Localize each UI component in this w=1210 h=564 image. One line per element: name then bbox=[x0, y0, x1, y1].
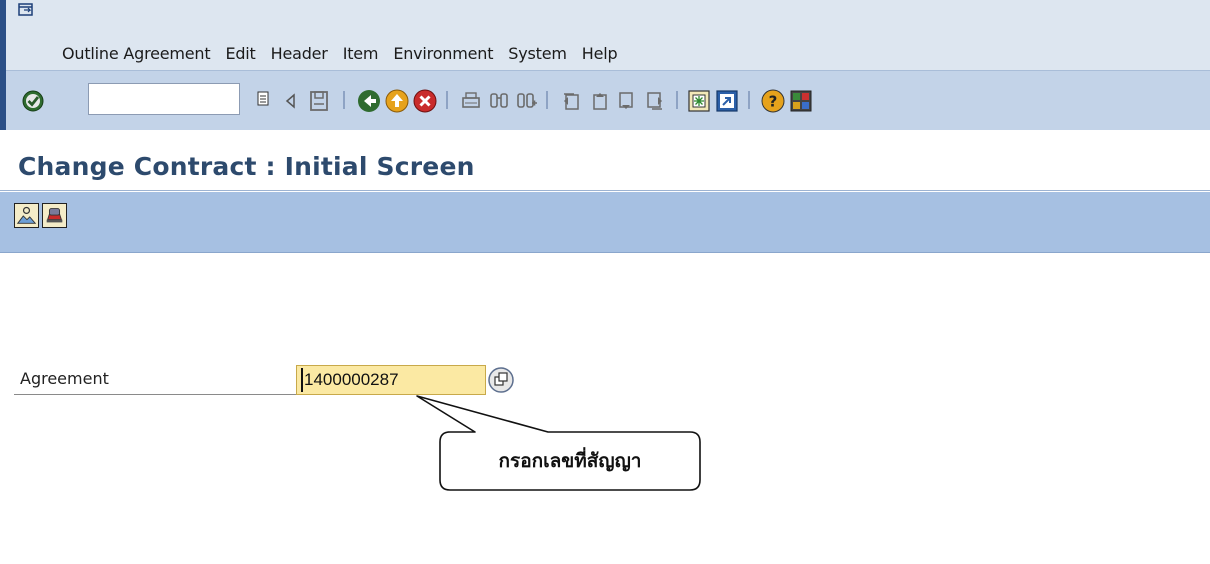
menu-item[interactable]: Item bbox=[343, 44, 379, 63]
command-field[interactable] bbox=[88, 83, 240, 115]
menu-system[interactable]: System bbox=[508, 44, 567, 63]
shortcut-icon[interactable] bbox=[714, 88, 740, 114]
save-icon[interactable] bbox=[306, 88, 332, 114]
reference-icon[interactable] bbox=[14, 203, 39, 228]
menu-outline-agreement[interactable]: Outline Agreement bbox=[62, 44, 211, 63]
menu-header[interactable]: Header bbox=[271, 44, 328, 63]
exit-icon[interactable] bbox=[384, 88, 410, 114]
print-icon[interactable] bbox=[458, 88, 484, 114]
toolbar-separator bbox=[546, 91, 548, 109]
next-page-icon[interactable] bbox=[614, 88, 640, 114]
menu-environment[interactable]: Environment bbox=[393, 44, 493, 63]
menu-edit[interactable]: Edit bbox=[225, 44, 255, 63]
back-icon[interactable] bbox=[356, 88, 382, 114]
customize-layout-icon[interactable] bbox=[788, 88, 814, 114]
callout-text: กรอกเลขที่สัญญา bbox=[498, 450, 642, 472]
toolbar-separator bbox=[748, 91, 750, 109]
command-dropdown-icon[interactable] bbox=[256, 90, 270, 108]
svg-text:?: ? bbox=[769, 93, 778, 111]
menu-area: Outline Agreement Edit Header Item Envir… bbox=[6, 0, 1210, 70]
application-toolbar bbox=[0, 192, 1210, 253]
first-page-icon[interactable] bbox=[558, 88, 584, 114]
find-icon[interactable] bbox=[486, 88, 512, 114]
back-arrow-icon[interactable] bbox=[278, 88, 304, 114]
menu-bar: Outline Agreement Edit Header Item Envir… bbox=[62, 44, 632, 63]
value-help-icon[interactable] bbox=[486, 366, 518, 394]
last-page-icon[interactable] bbox=[642, 88, 668, 114]
menu-help[interactable]: Help bbox=[582, 44, 618, 63]
title-bar: Change Contract : Initial Screen bbox=[0, 130, 1210, 191]
toolbar-separator bbox=[676, 91, 678, 109]
find-next-icon[interactable] bbox=[514, 88, 540, 114]
help-icon[interactable]: ? bbox=[760, 88, 786, 114]
toolbar-separator bbox=[343, 91, 345, 109]
new-session-icon[interactable] bbox=[686, 88, 712, 114]
system-menu-icon[interactable] bbox=[18, 3, 34, 17]
page-title: Change Contract : Initial Screen bbox=[18, 152, 475, 181]
org-data-icon[interactable] bbox=[42, 203, 67, 228]
enter-icon[interactable] bbox=[20, 88, 46, 114]
agreement-label: Agreement bbox=[20, 369, 109, 388]
previous-page-icon[interactable] bbox=[586, 88, 612, 114]
standard-toolbar: ? bbox=[6, 70, 1210, 131]
toolbar-separator bbox=[446, 91, 448, 109]
text-cursor bbox=[301, 368, 303, 392]
cancel-icon[interactable] bbox=[412, 88, 438, 114]
agreement-input[interactable]: 1400000287 bbox=[296, 365, 486, 395]
label-underline bbox=[14, 394, 298, 395]
